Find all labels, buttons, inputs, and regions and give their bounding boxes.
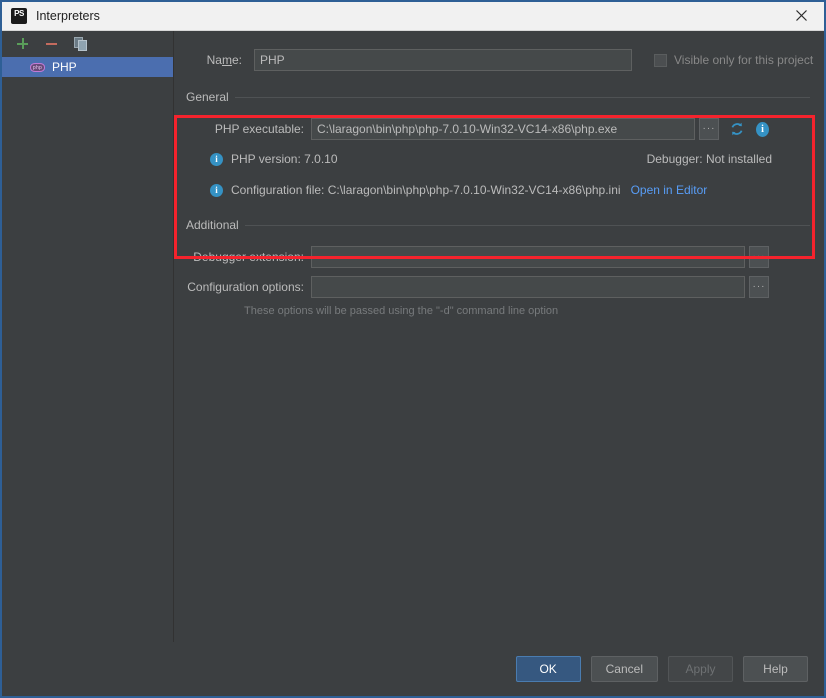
configuration-options-input[interactable] [311, 276, 745, 298]
refresh-glyph [731, 122, 742, 136]
ok-button[interactable]: OK [515, 656, 581, 682]
php-icon: php [30, 62, 45, 72]
configuration-options-hint: These options will be passed using the "… [244, 305, 559, 317]
interpreters-toolbar [2, 31, 173, 57]
interpreters-list: php PHP [2, 57, 173, 77]
php-executable-row: PHP executable: ··· i [186, 118, 810, 140]
info-glyph: i [756, 121, 769, 137]
interpreters-dialog: PS Interpreters php PHP Name: PHP Visibl… [0, 0, 826, 698]
close-glyph [796, 10, 807, 21]
window-title: Interpreters [36, 9, 100, 23]
apply-button[interactable]: Apply [668, 656, 733, 682]
help-button[interactable]: Help [743, 656, 808, 682]
dialog-footer: OK Cancel Apply Help [2, 642, 824, 696]
interpreters-list-panel: php PHP [2, 31, 174, 642]
cancel-button[interactable]: Cancel [590, 656, 658, 682]
add-interpreter-button[interactable] [15, 36, 31, 52]
name-input[interactable] [254, 49, 632, 71]
sidebar-item-php[interactable]: php PHP [2, 57, 173, 77]
php-executable-label: PHP executable: [214, 122, 304, 136]
visible-only-checkbox-wrap[interactable]: Visible only for this project [654, 53, 813, 67]
interpreter-settings-panel: Name: Visible only for this project Gene… [174, 31, 824, 642]
name-label-post: e: [231, 53, 242, 67]
info-icon: i [210, 183, 223, 197]
open-in-editor-link[interactable]: Open in Editor [631, 183, 708, 197]
general-group-title: General [186, 90, 235, 104]
copy-interpreter-button[interactable] [73, 36, 89, 52]
name-row: Name: Visible only for this project [174, 49, 824, 71]
remove-interpreter-button[interactable] [44, 36, 60, 52]
general-group: General PHP executable: ··· [186, 90, 810, 197]
debugger-extension-row: Debugger extension: ··· [186, 246, 810, 268]
name-label-pre: Na [206, 53, 222, 67]
debugger-extension-input[interactable] [311, 246, 745, 268]
app-icon-label: PS [14, 9, 24, 18]
info-icon: i [210, 152, 223, 166]
php-version-text: PHP version: 7.0.10 [231, 152, 338, 166]
name-label: Name: [186, 53, 242, 67]
copy-icon [74, 37, 87, 51]
sidebar-item-label: PHP [52, 60, 77, 74]
debugger-status-text: Debugger: Not installed [646, 152, 772, 166]
additional-group: Additional Debugger extension: ··· Confi… [186, 218, 810, 317]
dialog-body: php PHP Name: Visible only for this proj… [2, 31, 824, 642]
php-executable-info-icon[interactable]: i [754, 121, 771, 138]
php-version-row: i PHP version: 7.0.10 Debugger: Not inst… [186, 152, 810, 166]
name-label-mnemonic: m [221, 53, 232, 67]
configuration-options-label: Configuration options: [187, 280, 304, 294]
close-icon[interactable] [779, 2, 824, 29]
configuration-file-text: Configuration file: C:\laragon\bin\php\p… [231, 183, 621, 197]
debugger-extension-label: Debugger extension: [193, 250, 304, 264]
php-executable-browse-button[interactable]: ··· [699, 118, 719, 140]
configuration-options-row: Configuration options: ··· [186, 276, 810, 298]
title-bar: PS Interpreters [2, 2, 824, 31]
refresh-icon[interactable] [728, 121, 745, 138]
configuration-file-row: i Configuration file: C:\laragon\bin\php… [186, 183, 810, 197]
visible-only-checkbox[interactable] [654, 53, 667, 67]
debugger-extension-browse-button[interactable]: ··· [749, 246, 769, 268]
phpstorm-app-icon: PS [11, 8, 27, 24]
configuration-options-browse-button[interactable]: ··· [749, 276, 769, 298]
php-executable-input[interactable] [311, 118, 695, 140]
additional-group-title: Additional [186, 218, 245, 232]
visible-only-checkbox-label: Visible only for this project [674, 53, 814, 67]
